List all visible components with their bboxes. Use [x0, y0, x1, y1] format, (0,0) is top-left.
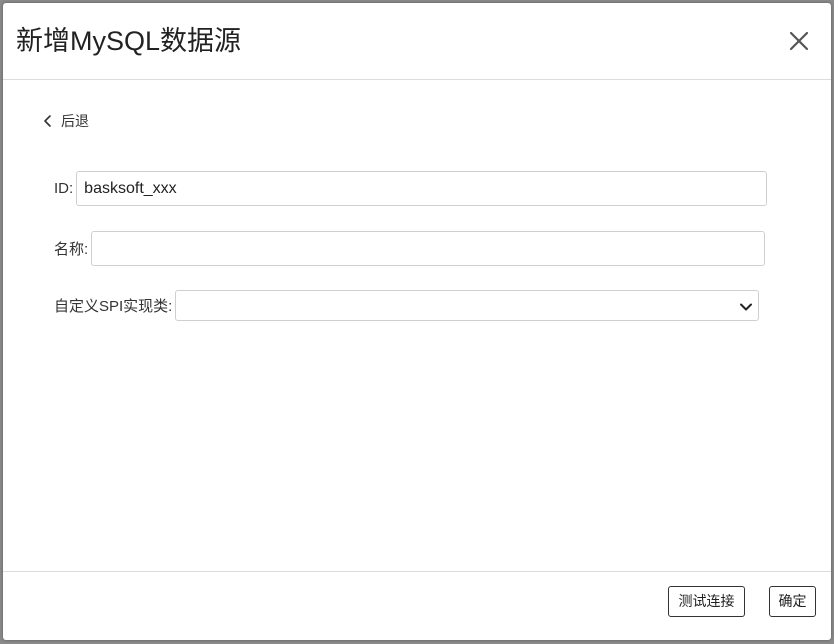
name-label: 名称:	[54, 241, 89, 258]
back-label: 后退	[61, 113, 89, 129]
name-field-row: 名称:	[54, 231, 766, 266]
modal-footer: 测试连接 确定	[3, 571, 831, 640]
id-input[interactable]	[76, 171, 768, 206]
chevron-left-icon	[44, 115, 51, 127]
chevron-down-icon	[740, 303, 753, 311]
spi-field-row: 自定义SPI实现类:	[54, 290, 760, 321]
dialog-title: 新增MySQL数据源	[16, 26, 242, 56]
name-input[interactable]	[91, 231, 766, 266]
spi-label: 自定义SPI实现类:	[54, 298, 173, 315]
close-icon	[789, 31, 809, 51]
test-connection-button[interactable]: 测试连接	[668, 586, 745, 617]
spi-select[interactable]	[175, 290, 760, 321]
modal-dialog: 新增MySQL数据源 后退 ID: 名称: 自定义SPI实现类: 测试连	[3, 3, 831, 640]
modal-header: 新增MySQL数据源	[3, 3, 831, 80]
confirm-button[interactable]: 确定	[769, 586, 816, 617]
back-link[interactable]: 后退	[41, 109, 89, 133]
id-field-row: ID:	[54, 171, 768, 206]
close-button[interactable]	[784, 26, 814, 56]
id-label: ID:	[54, 180, 74, 197]
